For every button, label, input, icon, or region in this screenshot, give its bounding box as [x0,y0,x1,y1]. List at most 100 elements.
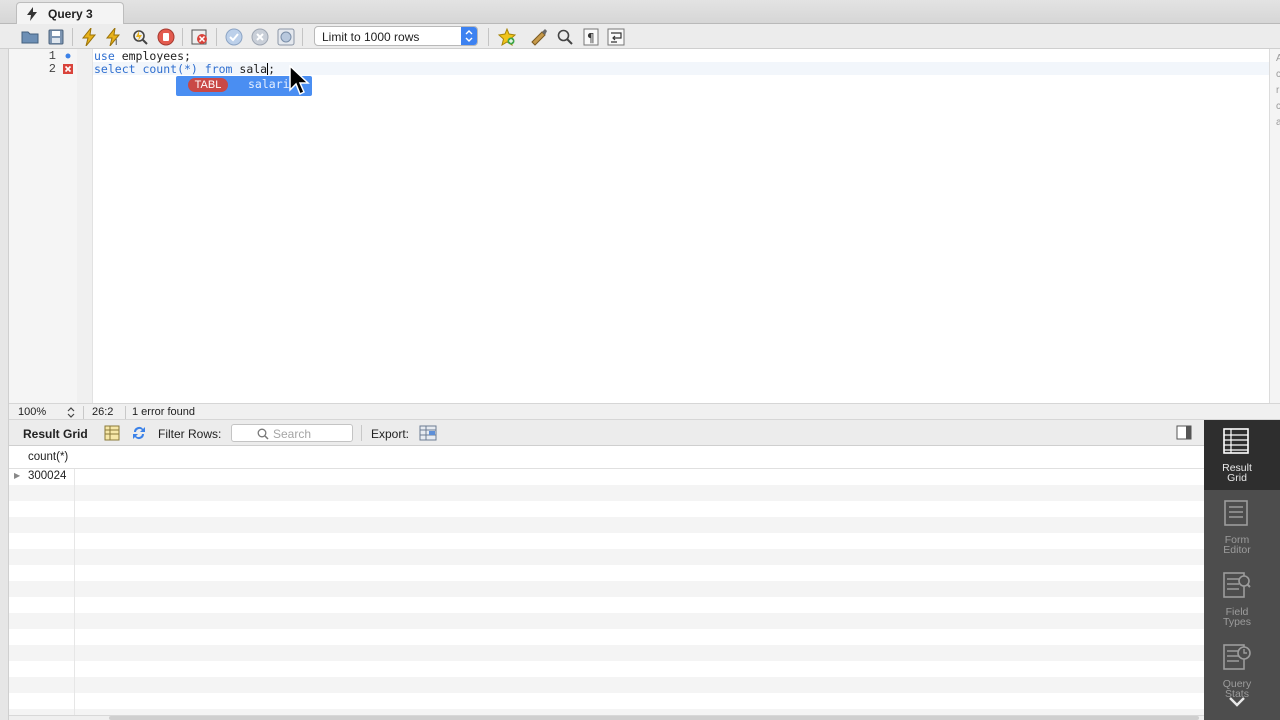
strip-glyph: c [1276,69,1280,80]
toolbar-separator [216,28,217,46]
code-text: employees; [114,49,191,63]
svg-text:¶: ¶ [587,31,595,45]
commit-icon[interactable] [224,27,244,47]
zoom-level[interactable]: 100% [18,406,46,418]
wrap-icon[interactable] [606,27,626,47]
grid-row-bg [9,549,1204,565]
scrollbar-thumb[interactable] [109,716,1199,720]
tab-label: Query 3 [48,7,93,21]
execute-current-icon[interactable]: I [104,27,124,47]
stop-icon[interactable] [156,27,176,47]
filter-rows-label: Filter Rows: [158,427,222,441]
export-icon[interactable] [419,425,437,441]
line-number: 2 [48,62,56,76]
field-types-icon [1223,572,1251,598]
export-label: Export: [371,427,410,441]
code-keyword: use [94,49,115,63]
side-label: Editor [1223,544,1251,556]
side-label: Grid [1227,472,1247,484]
form-editor-icon [1223,500,1249,526]
code-text: ; [268,62,276,76]
explain-icon[interactable] [130,27,150,47]
svg-text:I: I [115,38,117,46]
grid-row-bg [9,517,1204,533]
statement-dot-icon [65,53,71,59]
editor-status-bar: 100% 26:2 1 error found [9,403,1280,420]
side-label: Types [1222,616,1251,628]
beautify-icon[interactable] [529,27,549,47]
error-count: 1 error found [132,406,195,418]
line-number: 1 [48,49,56,63]
strip-glyph: c [1276,101,1280,112]
left-edge-strip [0,49,9,720]
grid-header: count(*) [9,447,1204,469]
grid-row-bg [9,581,1204,597]
limit-rows-value: Limit to 1000 rows [322,30,420,44]
error-marker-icon[interactable] [63,64,73,74]
code-text: sala [232,62,268,76]
column-divider [74,469,75,715]
toolbar-separator [182,28,183,46]
result-grid[interactable]: count(*) ▶ 300024 [9,447,1204,715]
line-number-gutter: 1 2 [9,49,77,403]
horizontal-scrollbar[interactable] [9,715,1204,720]
grid-row-bg [9,485,1204,501]
toolbar-separator [302,28,303,46]
toggle-panel-icon[interactable] [1176,425,1192,440]
tab-bar: Query 3 [0,0,1280,24]
result-grid-icon [1223,428,1249,454]
autocomplete-suggestion: salari [248,77,290,91]
cursor-position: 26:2 [92,406,114,418]
lightning-icon [26,7,38,21]
invisible-chars-icon[interactable]: ¶ [581,27,601,47]
side-form-editor[interactable]: Form Editor [1204,492,1280,562]
table-badge: TABL [188,78,228,92]
autocommit-icon[interactable] [276,27,296,47]
table-row[interactable]: ▶ 300024 [9,469,1204,485]
search-icon [257,428,269,440]
grid-row-bg [9,677,1204,693]
side-result-grid[interactable]: Result Grid [1204,420,1280,490]
row-pointer-icon: ▶ [14,471,21,480]
strip-glyph: A [1276,53,1280,64]
folder-open-icon[interactable] [20,27,40,47]
find-icon[interactable] [555,27,575,47]
chevron-down-icon[interactable] [1228,696,1246,708]
code-line: use employees; [94,49,191,63]
side-field-types[interactable]: Field Types [1204,564,1280,634]
tab-query-3[interactable]: Query 3 [16,2,124,24]
result-toolbar: Result Grid Filter Rows: Search Export: [9,420,1204,446]
result-side-panel: Result Grid Form Editor Field Types Quer… [1204,420,1280,720]
strip-glyph: r [1276,85,1280,96]
mouse-pointer-icon [289,65,311,97]
result-toolbar-separator [361,425,362,441]
toolbar-separator [72,28,73,46]
select-arrows-icon [461,27,477,45]
fold-gutter [77,49,93,403]
rollback-icon[interactable] [250,27,270,47]
save-icon[interactable] [46,27,66,47]
execute-icon[interactable] [79,27,99,47]
result-grid-title: Result Grid [23,427,88,441]
filter-search-input[interactable]: Search [231,424,353,442]
toggle-error-icon[interactable] [190,27,210,47]
zoom-stepper-icon[interactable] [67,406,75,419]
strip-glyph: a [1276,117,1280,128]
grid-row-bg [9,613,1204,629]
editor-right-strip: A c r c a [1269,49,1280,403]
column-header[interactable]: count(*) [28,451,68,463]
status-separator [83,406,84,419]
query-stats-icon [1223,644,1251,670]
limit-rows-select[interactable]: Limit to 1000 rows [314,26,478,46]
code-line: select count(*) from sala; [94,62,275,76]
bookmark-icon[interactable] [497,27,517,47]
sql-toolbar: I Limit to 1000 rows ¶ [0,24,1280,49]
table-cell[interactable]: 300024 [28,470,66,482]
status-separator [125,406,126,419]
sql-editor[interactable]: use employees; select count(*) from sala… [93,49,1269,403]
grid-view-icon[interactable] [104,425,120,441]
grid-row-bg [9,645,1204,661]
refresh-icon[interactable] [131,425,147,441]
code-keyword: select count(*) from [94,62,233,76]
toolbar-separator [488,28,489,46]
